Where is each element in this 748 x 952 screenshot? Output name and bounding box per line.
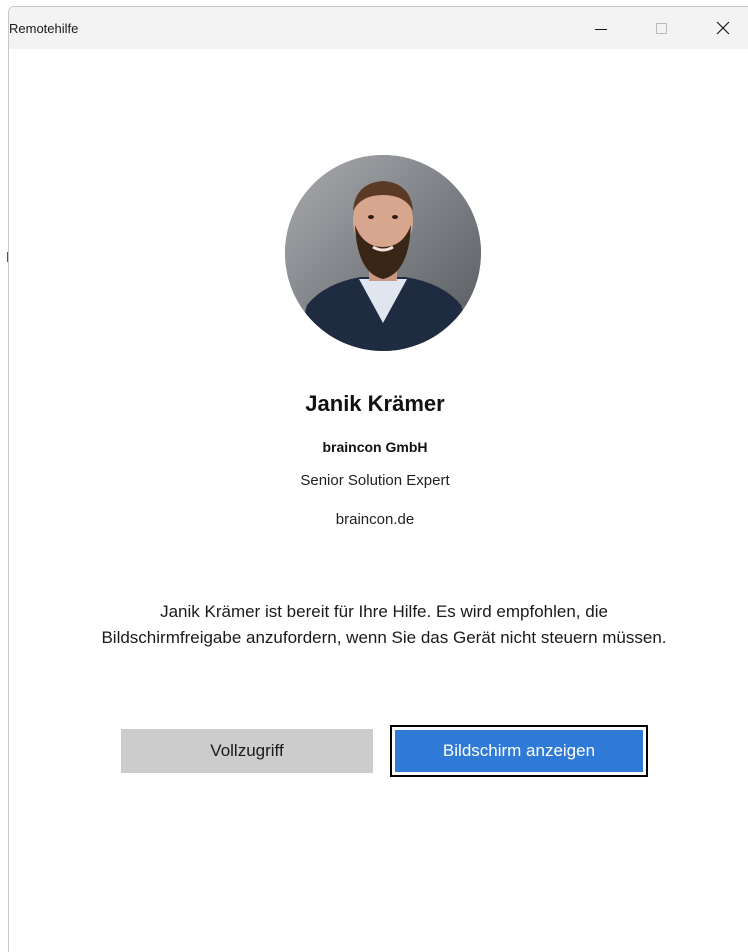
close-icon — [716, 21, 730, 35]
contact-role: Senior Solution Expert — [300, 472, 450, 489]
maximize-button[interactable] — [639, 7, 683, 49]
maximize-icon — [655, 22, 667, 34]
remote-help-window: Remotehilfe Janik Krämer braincon GmbH S… — [8, 6, 748, 952]
minimize-icon — [595, 28, 607, 30]
view-screen-button-focus[interactable]: Bildschirm anzeigen — [390, 725, 648, 777]
contact-company: braincon GmbH — [322, 439, 428, 455]
full-access-button[interactable]: Vollzugriff — [121, 729, 373, 773]
help-message-line-2: Bildschirmfreigabe anzufordern, wenn Sie… — [101, 628, 667, 647]
contact-name: Janik Krämer — [305, 391, 445, 416]
contact-website: braincon.de — [335, 511, 415, 528]
minimize-button[interactable] — [579, 7, 623, 49]
avatar — [285, 155, 481, 351]
profile-photo-icon — [285, 155, 481, 351]
close-button[interactable] — [701, 7, 745, 49]
view-screen-button[interactable]: Bildschirm anzeigen — [395, 730, 643, 772]
help-message-line-1: Janik Krämer ist bereit für Ihre Hilfe. … — [160, 602, 608, 621]
window-title: Remotehilfe — [9, 21, 79, 36]
help-message: Janik Krämer ist bereit für Ihre Hilfe. … — [29, 599, 739, 651]
title-bar[interactable]: Remotehilfe — [9, 7, 748, 49]
